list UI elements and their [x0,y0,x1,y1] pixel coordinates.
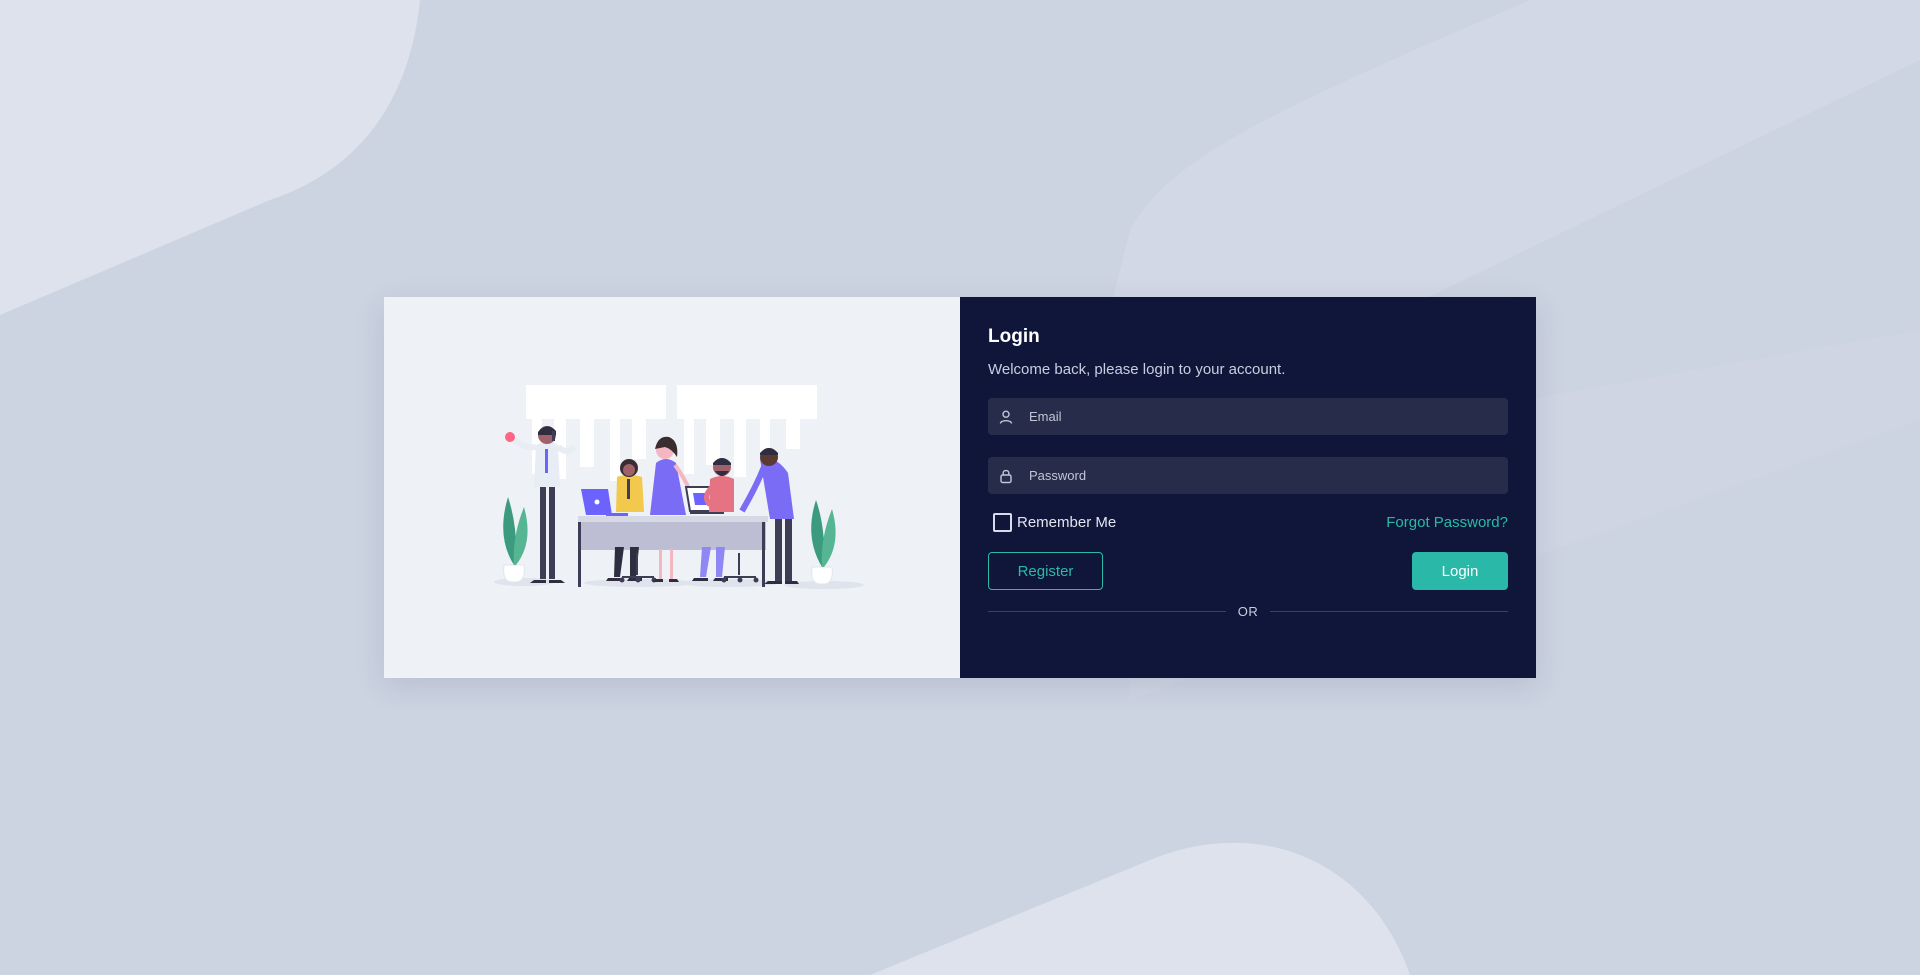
divider-line-right [1270,610,1508,612]
team-illustration [494,385,864,589]
remember-me[interactable]: Remember Me [988,512,1117,532]
forgot-password-link[interactable]: Forgot Password? [1386,514,1508,531]
login-form-panel: Login Welcome back, please login to your… [960,297,1536,678]
password-field[interactable] [988,457,1508,494]
login-options-row: Remember Me Forgot Password? [988,511,1508,533]
password-input[interactable] [988,457,1508,494]
illustration-panel [384,297,960,678]
remember-me-checkbox[interactable] [993,512,1012,532]
email-field[interactable] [988,398,1508,435]
login-button[interactable]: Login [1412,552,1508,590]
login-card: Login Welcome back, please login to your… [384,297,1536,678]
welcome-message: Welcome back, please login to your accou… [988,361,1286,378]
action-buttons: Register Login [988,552,1508,590]
remember-me-label: Remember Me [1017,513,1117,531]
register-button[interactable]: Register [988,552,1103,590]
login-title: Login [988,326,1040,347]
email-input[interactable] [988,398,1508,435]
divider-line-left [988,610,1226,612]
or-divider: OR [988,603,1508,619]
divider-text: OR [1237,603,1259,619]
